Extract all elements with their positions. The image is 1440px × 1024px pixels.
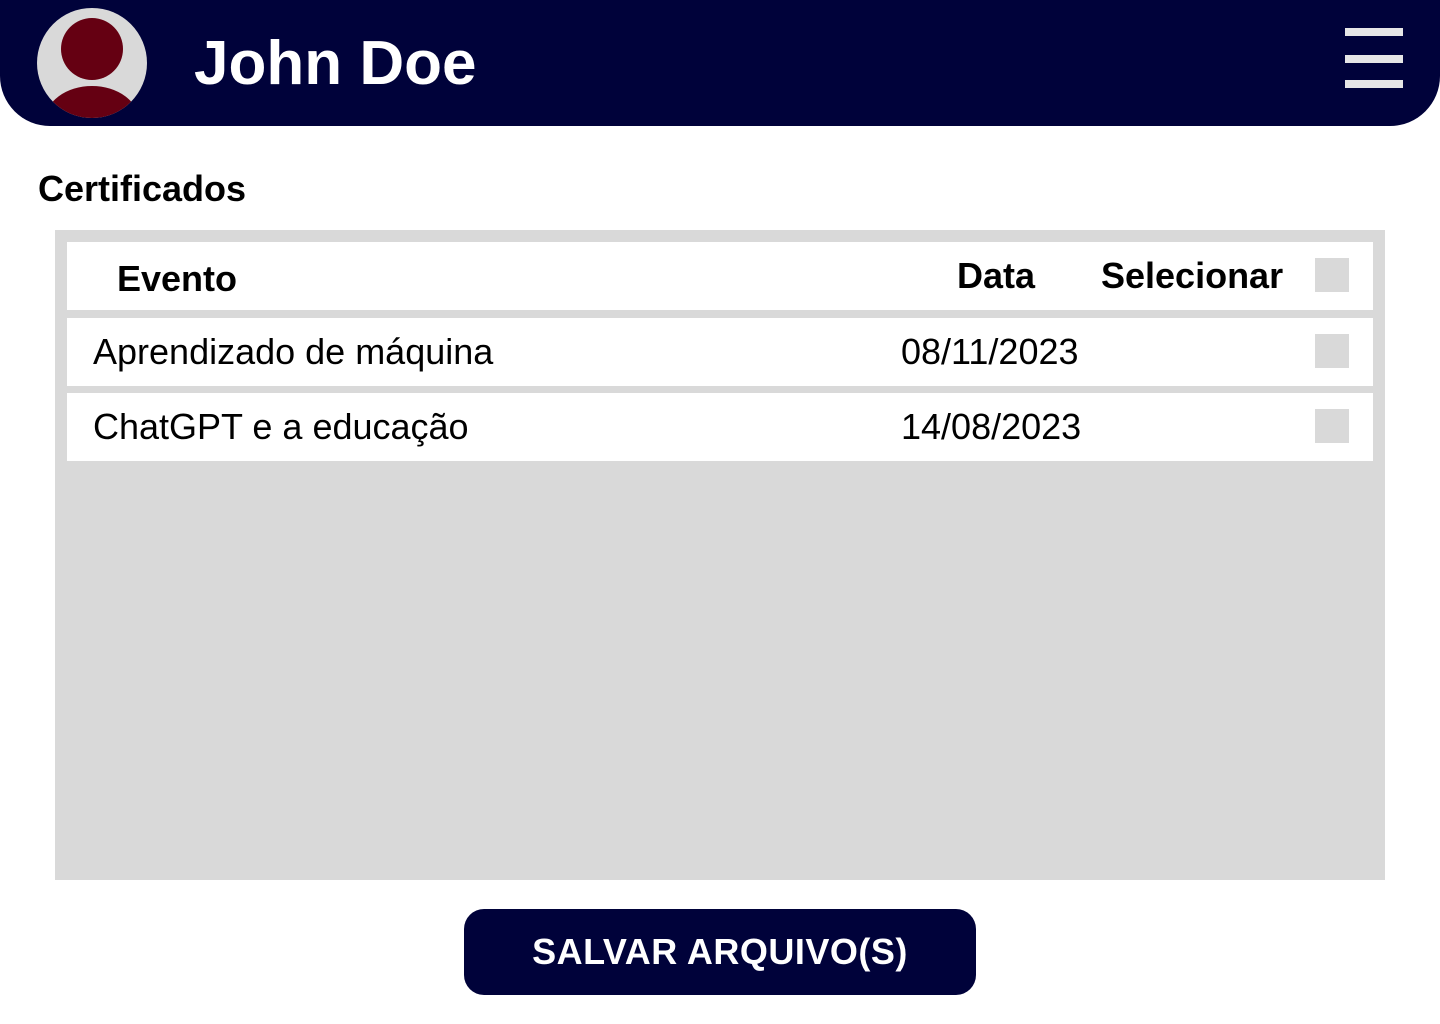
column-header-selecionar: Selecionar bbox=[1101, 255, 1284, 296]
section-title: Certificados bbox=[38, 168, 247, 209]
user-avatar-icon[interactable] bbox=[37, 8, 147, 118]
menu-bar-middle bbox=[1345, 55, 1403, 63]
certificates-table: Evento Data Selecionar Aprendizado de má… bbox=[55, 230, 1385, 880]
save-files-button[interactable]: SALVAR ARQUIVO(S) bbox=[464, 909, 976, 995]
table-header-row: Evento Data Selecionar bbox=[67, 242, 1373, 310]
cell-evento: ChatGPT e a educação bbox=[93, 406, 469, 447]
table-row: Aprendizado de máquina 08/11/2023 bbox=[67, 318, 1373, 386]
avatar-body bbox=[45, 86, 139, 118]
cell-data: 14/08/2023 bbox=[901, 406, 1082, 447]
menu-bar-bottom bbox=[1345, 80, 1403, 88]
row-select-checkbox[interactable] bbox=[1315, 334, 1349, 368]
avatar-head bbox=[61, 18, 123, 80]
top-header: John Doe bbox=[0, 0, 1440, 126]
cell-evento: Aprendizado de máquina bbox=[93, 331, 494, 372]
select-all-checkbox[interactable] bbox=[1315, 258, 1349, 292]
user-name: John Doe bbox=[194, 29, 477, 98]
row-select-checkbox[interactable] bbox=[1315, 409, 1349, 443]
table-row: ChatGPT e a educação 14/08/2023 bbox=[67, 393, 1373, 461]
column-header-data: Data bbox=[957, 255, 1036, 296]
column-header-evento: Evento bbox=[117, 258, 238, 299]
cell-data: 08/11/2023 bbox=[901, 331, 1079, 372]
hamburger-menu-icon[interactable] bbox=[1343, 28, 1405, 90]
menu-bar-top bbox=[1345, 28, 1403, 36]
page: John Doe Certificados Evento Data Seleci… bbox=[0, 0, 1440, 1024]
